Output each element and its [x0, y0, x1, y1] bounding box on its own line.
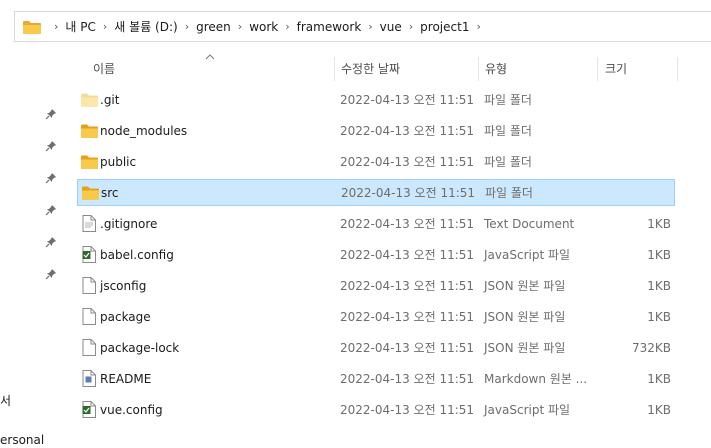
nav-item-partial[interactable]: ersonal	[0, 433, 44, 447]
file-name: .gitignore	[100, 216, 158, 231]
column-divider[interactable]	[597, 57, 598, 81]
file-date: 2022-04-13 오전 11:51	[340, 403, 475, 417]
file-name: src	[101, 185, 119, 200]
file-date: 2022-04-13 오전 11:51	[340, 155, 475, 169]
pin-icon[interactable]	[45, 172, 57, 184]
file-row[interactable]: babel.config 2022-04-13 오전 11:51 JavaScr…	[77, 241, 675, 268]
chevron-right-icon[interactable]: ›	[185, 20, 189, 33]
file-type: Markdown 원본 ...	[484, 372, 588, 386]
folder-icon	[23, 20, 41, 34]
file-name: package-lock	[100, 340, 180, 355]
column-header-type[interactable]: 유형	[485, 55, 507, 81]
file-date: 2022-04-13 오전 11:51	[340, 279, 475, 293]
pin-icon[interactable]	[45, 108, 57, 120]
file-type: 파일 폴더	[485, 186, 533, 200]
file-date: 2022-04-13 오전 11:51	[340, 124, 475, 138]
file-date: 2022-04-13 오전 11:51	[341, 186, 476, 200]
chevron-right-icon[interactable]: ›	[409, 20, 413, 33]
folder-light-icon	[80, 86, 98, 113]
column-header-date[interactable]: 수정한 날짜	[341, 55, 400, 81]
breadcrumb-item[interactable]: framework	[297, 20, 362, 34]
js-file-icon	[80, 241, 98, 268]
column-divider[interactable]	[334, 57, 335, 81]
sort-ascending-icon	[205, 54, 215, 60]
nav-item-partial[interactable]: 서	[0, 392, 11, 409]
breadcrumb-item[interactable]: work	[249, 20, 278, 34]
chevron-right-icon[interactable]: ›	[476, 20, 480, 33]
file-type: Text Document	[484, 216, 575, 231]
file-date: 2022-04-13 오전 11:51	[340, 372, 475, 386]
file-row[interactable]: vue.config 2022-04-13 오전 11:51 JavaScrip…	[77, 396, 675, 423]
file-date: 2022-04-13 오전 11:51	[340, 310, 475, 324]
file-size: 1KB	[647, 247, 671, 262]
pin-icon[interactable]	[45, 236, 57, 248]
markdown-file-icon	[80, 365, 98, 392]
column-header-size[interactable]: 크기	[605, 55, 627, 81]
file-type: 파일 폴더	[484, 124, 532, 138]
file-size: 1KB	[647, 402, 671, 417]
pin-icon[interactable]	[45, 140, 57, 152]
file-type: JavaScript 파일	[484, 403, 571, 417]
column-divider[interactable]	[478, 57, 479, 81]
file-row[interactable]: package-lock 2022-04-13 오전 11:51 JSON 원본…	[77, 334, 675, 361]
file-row[interactable]: src 2022-04-13 오전 11:51 파일 폴더	[77, 179, 675, 206]
file-type: JavaScript 파일	[484, 248, 571, 262]
file-name: .git	[100, 92, 120, 107]
file-size: 1KB	[647, 371, 671, 386]
file-row[interactable]: public 2022-04-13 오전 11:51 파일 폴더	[77, 148, 675, 175]
js-file-icon	[80, 396, 98, 423]
file-name: vue.config	[100, 402, 163, 417]
breadcrumb-item[interactable]: vue	[380, 20, 402, 34]
chevron-right-icon[interactable]: ›	[103, 20, 107, 33]
file-date: 2022-04-13 오전 11:51	[340, 93, 475, 107]
file-row[interactable]: package 2022-04-13 오전 11:51 JSON 원본 파일 1…	[77, 303, 675, 330]
folder-icon	[81, 180, 99, 205]
breadcrumb-item[interactable]: 새 볼륨 (D:)	[114, 18, 177, 35]
column-header-name[interactable]: 이름	[93, 55, 115, 81]
breadcrumb-item[interactable]: project1	[420, 20, 469, 34]
file-size: 1KB	[647, 216, 671, 231]
file-type: JSON 원본 파일	[484, 279, 566, 293]
file-row[interactable]: .gitignore 2022-04-13 오전 11:51 Text Docu…	[77, 210, 675, 237]
file-name: babel.config	[100, 247, 174, 262]
json-file-icon	[80, 272, 98, 299]
pin-icon[interactable]	[45, 268, 57, 280]
folder-icon	[80, 117, 98, 144]
file-row[interactable]: node_modules 2022-04-13 오전 11:51 파일 폴더	[77, 117, 675, 144]
file-row[interactable]: README 2022-04-13 오전 11:51 Markdown 원본 .…	[77, 365, 675, 392]
folder-icon	[80, 148, 98, 175]
file-row[interactable]: jsconfig 2022-04-13 오전 11:51 JSON 원본 파일 …	[77, 272, 675, 299]
file-date: 2022-04-13 오전 11:51	[340, 248, 475, 262]
file-size: 1KB	[647, 278, 671, 293]
breadcrumb-item[interactable]: green	[196, 20, 231, 34]
file-name: public	[100, 154, 137, 169]
file-type: JSON 원본 파일	[484, 341, 566, 355]
file-date: 2022-04-13 오전 11:51	[340, 217, 475, 231]
file-name: node_modules	[100, 123, 188, 138]
chevron-right-icon[interactable]: ›	[54, 20, 58, 33]
file-name: jsconfig	[100, 278, 147, 293]
chevron-right-icon[interactable]: ›	[368, 20, 372, 33]
column-divider[interactable]	[677, 57, 678, 81]
chevron-right-icon[interactable]: ›	[238, 20, 242, 33]
file-type: JSON 원본 파일	[484, 310, 566, 324]
file-row[interactable]: .git 2022-04-13 오전 11:51 파일 폴더	[77, 86, 675, 113]
file-name: package	[100, 309, 151, 324]
file-size: 732KB	[631, 340, 671, 355]
breadcrumb-item[interactable]: 내 PC	[65, 18, 95, 35]
file-size: 1KB	[647, 309, 671, 324]
pin-icon[interactable]	[45, 204, 57, 216]
text-file-icon	[80, 210, 98, 237]
json-file-icon	[80, 334, 98, 361]
chevron-right-icon[interactable]: ›	[285, 20, 289, 33]
file-name: README	[100, 371, 152, 386]
json-file-icon	[80, 303, 98, 330]
address-bar[interactable]: › 내 PC › 새 볼륨 (D:) › green › work › fram…	[14, 11, 711, 42]
file-type: 파일 폴더	[484, 155, 532, 169]
file-type: 파일 폴더	[484, 93, 532, 107]
file-date: 2022-04-13 오전 11:51	[340, 341, 475, 355]
